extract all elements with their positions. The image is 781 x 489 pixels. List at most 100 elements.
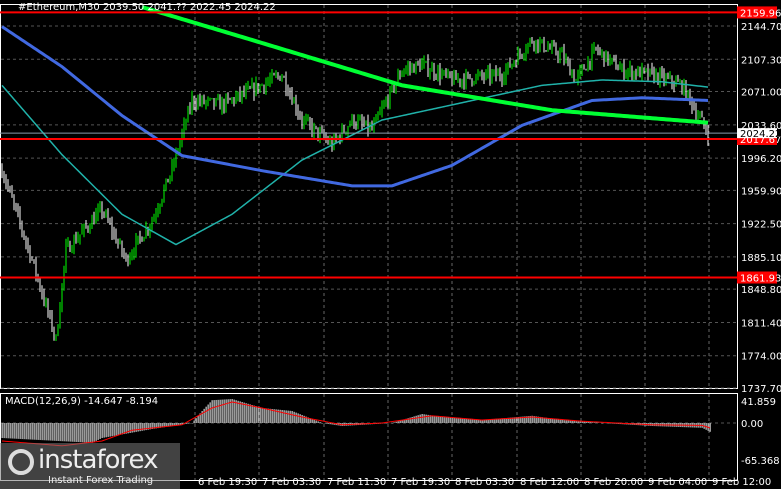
candle-body (287, 89, 289, 94)
candle-body (501, 77, 503, 81)
macd-bar (451, 417, 453, 423)
candle-body (267, 81, 269, 84)
candle-body (71, 249, 73, 252)
candle-body (527, 43, 529, 51)
candle-body (679, 81, 681, 83)
candle-body (31, 259, 33, 261)
macd-bar (435, 416, 437, 423)
candle-body (389, 88, 391, 104)
candle-body (117, 242, 119, 244)
level-label: 2159.96 (740, 8, 781, 19)
macd-bar (59, 423, 61, 442)
candle-body (11, 190, 13, 198)
candle-body (165, 178, 167, 189)
candle-body (181, 133, 183, 143)
candle-body (531, 39, 533, 43)
macd-bar (45, 423, 47, 441)
candle-body (151, 221, 153, 227)
candle-body (115, 233, 117, 243)
candle-body (249, 86, 251, 89)
candle-body (407, 67, 409, 70)
macd-bar (255, 406, 257, 423)
candle-body (197, 99, 199, 106)
candle-body (573, 72, 575, 81)
macd-bar (195, 418, 197, 423)
candle-body (563, 50, 565, 61)
candle-body (371, 126, 373, 130)
candle-body (241, 91, 243, 98)
candle-body (409, 67, 411, 69)
macd-bar (287, 410, 289, 423)
candle-body (367, 120, 369, 131)
y-tick-label: 1811.40 (741, 318, 781, 329)
candle-body (475, 75, 477, 83)
candle-body (507, 62, 509, 70)
candle-body (609, 58, 611, 63)
candle-body (327, 139, 329, 144)
candle-body (347, 126, 349, 132)
candle-body (383, 103, 385, 108)
macd-bar (559, 419, 561, 423)
macd-bar (295, 412, 297, 423)
candle-body (321, 131, 323, 133)
macd-bar (81, 423, 83, 443)
y-tick-label: 2144.70 (741, 22, 781, 33)
macd-bar (43, 423, 45, 441)
candle-body (621, 65, 623, 68)
macd-bar (557, 419, 559, 423)
macd-bar (417, 415, 419, 423)
candle-body (637, 68, 639, 76)
macd-bar (25, 423, 27, 440)
macd-bar (569, 420, 571, 423)
candle-body (469, 74, 471, 79)
candle-body (215, 99, 217, 105)
candle-body (41, 289, 43, 296)
candle-body (69, 242, 71, 252)
candle-body (291, 94, 293, 104)
candle-body (693, 108, 695, 110)
macd-tick-label: 41.859 (741, 397, 776, 408)
candle-body (125, 255, 127, 257)
candle-body (159, 204, 161, 210)
macd-bar (259, 407, 261, 423)
candle-body (193, 97, 195, 105)
macd-bar (133, 423, 135, 433)
candle-body (603, 51, 605, 63)
candle-body (113, 232, 115, 234)
candle-body (521, 54, 523, 57)
candle-body (303, 119, 305, 124)
candle-body (203, 97, 205, 104)
y-tick-label: 1922.50 (741, 220, 781, 231)
macd-bar (249, 404, 251, 423)
macd-bar (11, 423, 13, 439)
macd-bar (215, 399, 217, 423)
candle-body (695, 108, 697, 117)
macd-bar (393, 422, 395, 423)
candle-body (459, 78, 461, 83)
macd-tick-label: 0.00 (741, 419, 763, 430)
macd-bar (65, 423, 67, 442)
candle-body (595, 47, 597, 49)
macd-bar (37, 423, 39, 440)
candle-body (645, 69, 647, 71)
macd-bar (593, 422, 595, 423)
macd-bar (113, 423, 115, 436)
macd-bar (27, 423, 29, 440)
candle-body (471, 78, 473, 83)
candle-body (647, 69, 649, 76)
candle-body (457, 78, 459, 80)
candle-body (663, 73, 665, 82)
candle-body (83, 224, 85, 231)
x-tick-label: 7 Feb 03:30 (262, 477, 321, 488)
macd-bar (263, 408, 265, 423)
macd-bar (265, 408, 267, 423)
candle-body (433, 67, 435, 76)
candle-body (91, 218, 93, 229)
candle-body (411, 65, 413, 69)
candle-body (33, 259, 35, 262)
price-chart[interactable]: 2144.702107.302071.002033.601996.201959.… (0, 0, 781, 489)
macd-bar (203, 408, 205, 423)
candle-body (75, 237, 77, 243)
candle-body (351, 115, 353, 124)
macd-bar (465, 418, 467, 423)
